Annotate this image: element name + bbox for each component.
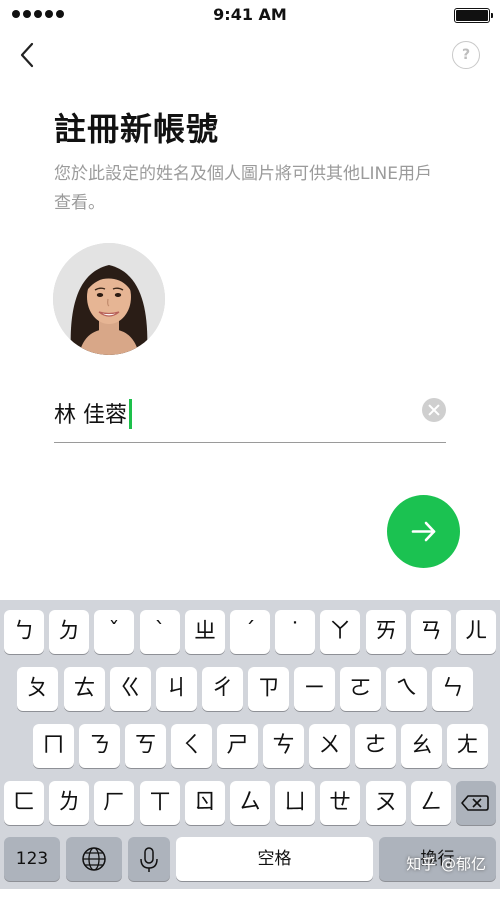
page-title: 註冊新帳號 <box>54 110 220 148</box>
status-time: 9:41 AM <box>213 5 287 24</box>
key[interactable]: ㄇ <box>33 724 74 768</box>
arrow-right-icon <box>411 521 436 542</box>
keyboard: ㄅ ㄉ ˇ ˋ ㄓ ˊ ˙ ㄚ ㄞ ㄢ ㄦ ㄆ ㄊ ㄍ ㄐ ㄔ ㄗ ㄧ ㄛ ㄟ … <box>0 600 500 889</box>
clear-icon[interactable] <box>422 398 446 422</box>
key[interactable]: ㄠ <box>401 724 442 768</box>
space-key[interactable]: 空格 <box>176 837 373 881</box>
key[interactable]: ㄦ <box>456 610 496 654</box>
key[interactable]: ㄅ <box>4 610 44 654</box>
battery-icon <box>454 8 493 23</box>
key[interactable]: ˊ <box>230 610 270 654</box>
key[interactable]: ㄋ <box>79 724 120 768</box>
chevron-left-icon <box>20 42 34 68</box>
name-input[interactable]: 林 佳蓉 <box>54 397 132 431</box>
key[interactable]: ㄟ <box>386 667 427 711</box>
key[interactable]: ㄔ <box>202 667 243 711</box>
key[interactable]: ㄒ <box>140 781 180 825</box>
key[interactable]: ㄖ <box>185 781 225 825</box>
key[interactable]: ㄎ <box>125 724 166 768</box>
profile-photo[interactable] <box>53 243 165 355</box>
microphone-icon <box>140 847 158 872</box>
name-value: 林 佳蓉 <box>54 403 127 428</box>
key[interactable]: ˋ <box>140 610 180 654</box>
numbers-key[interactable]: 123 <box>4 837 60 881</box>
key[interactable]: ㄆ <box>17 667 58 711</box>
key[interactable]: ㄙ <box>230 781 270 825</box>
key[interactable]: ㄝ <box>320 781 360 825</box>
key[interactable]: ㄜ <box>355 724 396 768</box>
text-caret <box>129 399 132 429</box>
key[interactable]: ㄗ <box>248 667 289 711</box>
key[interactable]: ㄓ <box>185 610 225 654</box>
help-button[interactable]: ? <box>452 41 480 69</box>
key[interactable]: ˇ <box>94 610 134 654</box>
key[interactable]: ㄘ <box>263 724 304 768</box>
key[interactable]: ㄏ <box>94 781 134 825</box>
key[interactable]: ㄑ <box>171 724 212 768</box>
key[interactable]: ㄛ <box>340 667 381 711</box>
name-field[interactable]: 林 佳蓉 <box>54 390 446 443</box>
key[interactable]: ㄚ <box>320 610 360 654</box>
microphone-key[interactable] <box>128 837 170 881</box>
key[interactable]: ㄣ <box>432 667 473 711</box>
globe-key[interactable] <box>66 837 122 881</box>
page-subtitle: 您於此設定的姓名及個人圖片將可供其他LINE用戶查看。 <box>54 164 432 213</box>
backspace-key[interactable] <box>456 781 496 825</box>
key[interactable]: ㄥ <box>411 781 451 825</box>
next-button[interactable] <box>387 495 460 568</box>
avatar-image <box>53 243 165 355</box>
key[interactable]: ㄐ <box>156 667 197 711</box>
watermark: 知乎 @郁亿 <box>406 855 486 873</box>
backspace-icon <box>461 795 489 811</box>
key[interactable]: ㄉ <box>49 610 89 654</box>
key[interactable]: ㄤ <box>447 724 488 768</box>
key[interactable]: ㄡ <box>366 781 406 825</box>
key[interactable]: ㄍ <box>110 667 151 711</box>
key[interactable]: ㄕ <box>217 724 258 768</box>
key[interactable]: ㄩ <box>275 781 315 825</box>
key[interactable]: ㄧ <box>294 667 335 711</box>
status-bar: 9:41 AM <box>0 0 500 30</box>
back-button[interactable] <box>14 40 44 70</box>
key[interactable]: ㄨ <box>309 724 350 768</box>
key[interactable]: ˙ <box>275 610 315 654</box>
globe-icon <box>82 847 106 871</box>
key[interactable]: ㄈ <box>4 781 44 825</box>
key[interactable]: ㄊ <box>64 667 105 711</box>
key[interactable]: ㄞ <box>366 610 406 654</box>
key[interactable]: ㄌ <box>49 781 89 825</box>
key[interactable]: ㄢ <box>411 610 451 654</box>
